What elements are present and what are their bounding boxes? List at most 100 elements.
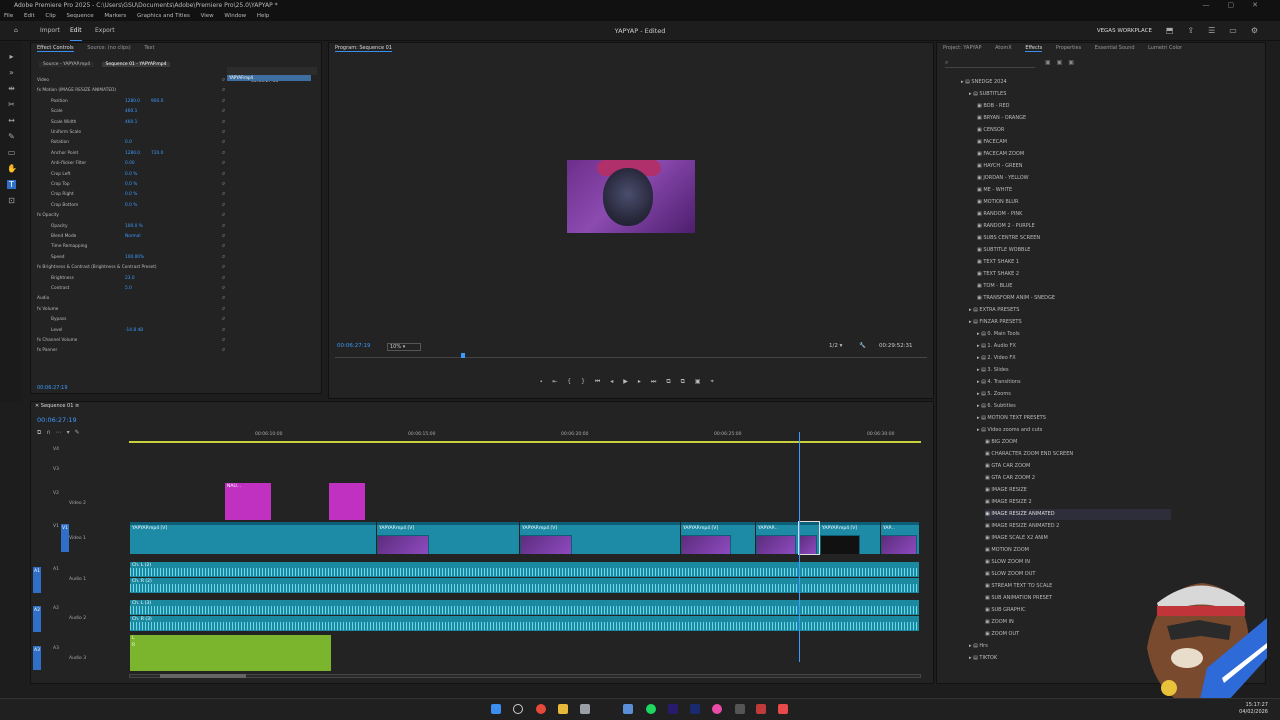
effect-property-row[interactable]: Position 1280.0 900.0 ↺ bbox=[37, 97, 225, 107]
track-header-a1[interactable]: A1 A1 Audio 1 bbox=[31, 567, 129, 593]
reset-icon[interactable]: ↺ bbox=[221, 222, 225, 232]
playback-resolution[interactable]: 1/2 ▾ bbox=[829, 343, 842, 349]
tab-lumetri[interactable]: Lumetri Color bbox=[1148, 45, 1182, 51]
track-header-v2[interactable]: V2 Video 2 bbox=[31, 491, 129, 511]
effects-tree-item[interactable]: ▸ ▤ SUBTITLES bbox=[969, 89, 1171, 100]
effects-tree-item[interactable]: ▸ ▤ 1. Audio FX bbox=[977, 341, 1171, 352]
reset-icon[interactable]: ↺ bbox=[221, 159, 225, 169]
reset-icon[interactable]: ↺ bbox=[221, 326, 225, 336]
effect-property-row[interactable]: fx Motion (IMAGE RESIZE ANIMATED) ↺ bbox=[37, 86, 225, 96]
video-clip[interactable]: YAP... bbox=[881, 522, 919, 554]
menu-window[interactable]: Window bbox=[224, 13, 246, 19]
reset-icon[interactable]: ↺ bbox=[221, 346, 225, 356]
effects-tree-item[interactable]: ▸ ▤ EXTRA PRESETS bbox=[969, 305, 1171, 316]
video-clip[interactable]: YAPYAP.mp4 [V] bbox=[130, 522, 376, 554]
effect-property-row[interactable]: Anchor Point 1280.0 720.0 ↺ bbox=[37, 149, 225, 159]
source-patch-a1[interactable]: A1 bbox=[33, 567, 41, 593]
mini-timeline-ruler[interactable]: 00:06:27:30 bbox=[227, 67, 317, 84]
tab-effects[interactable]: Effects bbox=[1025, 45, 1043, 52]
effects-tree-item[interactable]: ▣ FACECAM bbox=[977, 137, 1171, 148]
video-clip[interactable]: YAPYAP.mp4 [V] bbox=[681, 522, 755, 554]
reset-icon[interactable]: ↺ bbox=[221, 86, 225, 96]
tab-source[interactable]: Source: (no clips) bbox=[87, 45, 130, 51]
effect-property-value[interactable]: 0.0 % bbox=[125, 170, 137, 180]
reset-icon[interactable]: ↺ bbox=[221, 263, 225, 273]
effect-property-value[interactable]: 460.1 bbox=[125, 118, 137, 128]
effect-property-row[interactable]: Crop Right 0.0 % ↺ bbox=[37, 190, 225, 200]
effects-tree-item[interactable]: ▣ IMAGE RESIZE ANIMATED 2 bbox=[985, 521, 1171, 532]
audio-clip[interactable]: Ch. L (2) bbox=[130, 562, 919, 577]
effect-property-row[interactable]: fx Panner ↺ bbox=[37, 346, 225, 356]
effect-property-row[interactable]: Crop Bottom 0.0 % ↺ bbox=[37, 201, 225, 211]
effects-tree-item[interactable]: ▣ GTA CAR ZOOM 2 bbox=[985, 473, 1171, 484]
app-icon[interactable] bbox=[712, 704, 722, 714]
effects-tree-item[interactable]: ▣ TRANSFORM ANIM - SNEDGE bbox=[977, 293, 1171, 304]
effect-property-value[interactable]: Normal bbox=[125, 232, 141, 242]
source-clip-tab[interactable]: Source - YAPYAP.mp4 bbox=[39, 62, 95, 67]
effect-property-value[interactable]: 1280.0 bbox=[125, 97, 140, 107]
effect-property-row[interactable]: Video ↺ bbox=[37, 76, 225, 86]
effects-tree-item[interactable]: ▸ ▤ MOTION TEXT PRESETS bbox=[977, 413, 1171, 424]
timeline-timecode[interactable]: 00:06:27:19 bbox=[37, 416, 77, 424]
effects-tree-item[interactable]: ▣ IMAGE RESIZE ANIMATED bbox=[985, 509, 1171, 520]
effects-tree-item[interactable]: ▸ ▤ 5. Zooms bbox=[977, 389, 1171, 400]
reset-icon[interactable]: ↺ bbox=[221, 76, 225, 86]
reset-icon[interactable]: ↺ bbox=[221, 232, 225, 242]
effect-property-value[interactable]: 5.0 bbox=[125, 284, 132, 294]
effect-property-row[interactable]: Crop Left 0.0 % ↺ bbox=[37, 170, 225, 180]
effect-property-row[interactable]: Brightness 23.0 ↺ bbox=[37, 274, 225, 284]
effects-tree-item[interactable]: ▣ TEXT SHAKE 2 bbox=[977, 269, 1171, 280]
effects-tree-item[interactable]: ▸ ▤ 4. Transitions bbox=[977, 377, 1171, 388]
reset-icon[interactable]: ↺ bbox=[221, 305, 225, 315]
video-clip[interactable]: YAPYAP.mp4 [V] bbox=[377, 522, 519, 554]
effect-property-row[interactable]: Uniform Scale ↺ bbox=[37, 128, 225, 138]
topbar-icons[interactable]: ⬒⇪☰▭⚙ bbox=[1166, 21, 1272, 41]
premiere-icon[interactable] bbox=[668, 704, 678, 714]
effects-tree-item[interactable]: ▣ BIG ZOOM bbox=[985, 437, 1171, 448]
start-icon[interactable] bbox=[491, 704, 501, 714]
effects-tree-item[interactable]: ▣ ME - WHITE bbox=[977, 185, 1171, 196]
reset-icon[interactable]: ↺ bbox=[221, 170, 225, 180]
reset-icon[interactable]: ↺ bbox=[221, 180, 225, 190]
tab-project[interactable]: Project: YAPYAP bbox=[943, 45, 981, 51]
track-select-icon[interactable]: » bbox=[7, 68, 16, 77]
effects-tree-item[interactable]: ▣ JORDAN - YELLOW bbox=[977, 173, 1171, 184]
wrench-icon[interactable]: 🔧 bbox=[859, 343, 866, 349]
effect-property-row[interactable]: Rotation 0.0 ↺ bbox=[37, 138, 225, 148]
reset-icon[interactable]: ↺ bbox=[221, 149, 225, 159]
effect-property-row[interactable]: fx Volume ↺ bbox=[37, 305, 225, 315]
effect-property-value[interactable]: 0.0 bbox=[125, 138, 132, 148]
program-scrubber[interactable] bbox=[335, 353, 927, 358]
reset-icon[interactable]: ↺ bbox=[221, 242, 225, 252]
photoshop-icon[interactable] bbox=[690, 704, 700, 714]
effects-tree-item[interactable]: ▣ RANDOM 2 - PURPLE bbox=[977, 221, 1171, 232]
effects-tree-item[interactable]: ▸ ▤ Video zooms and cuts bbox=[977, 425, 1171, 436]
menu-graphics[interactable]: Graphics and Titles bbox=[137, 13, 190, 19]
menu-clip[interactable]: Clip bbox=[45, 13, 55, 19]
effect-property-row[interactable]: fx Brightness & Contrast (Brightness & C… bbox=[37, 263, 225, 273]
effect-property-value[interactable]: 1280.0 bbox=[125, 149, 140, 159]
effect-property-row[interactable]: fx Channel Volume ↺ bbox=[37, 336, 225, 346]
timeline-scrollbar[interactable] bbox=[129, 674, 921, 678]
effects-tree-item[interactable]: ▣ IMAGE RESIZE 2 bbox=[985, 497, 1171, 508]
reset-icon[interactable]: ↺ bbox=[221, 190, 225, 200]
graphic-clip[interactable] bbox=[329, 483, 365, 520]
menu-help[interactable]: Help bbox=[257, 13, 270, 19]
search-icon[interactable] bbox=[513, 704, 523, 714]
reset-icon[interactable]: ↺ bbox=[221, 253, 225, 263]
transport-controls[interactable]: ⬩⇤{}⏮◂▶▸⏭⧉⧉▣⌖ bbox=[329, 378, 935, 386]
effect-property-row[interactable]: Bypass ↺ bbox=[37, 315, 225, 325]
effects-tree-item[interactable]: ▣ GTA CAR ZOOM bbox=[985, 461, 1171, 472]
effects-tree-item[interactable]: ▣ RANDOM - PINK bbox=[977, 209, 1171, 220]
capcut-icon[interactable] bbox=[580, 704, 590, 714]
source-patch-a3[interactable]: A3 bbox=[33, 646, 41, 670]
reset-icon[interactable]: ↺ bbox=[221, 211, 225, 221]
track-header-v1[interactable]: V1 V1 Video 1 bbox=[31, 524, 129, 552]
zoom-level-select[interactable]: 10% ▾ bbox=[387, 343, 421, 351]
tab-text[interactable]: Text bbox=[144, 45, 154, 51]
menu-edit[interactable]: Edit bbox=[24, 13, 35, 19]
sequence-clip-tab[interactable]: Sequence 01 - YAPYAP.mp4 bbox=[101, 62, 171, 67]
effect-property-value[interactable]: -14.8 dB bbox=[125, 326, 143, 336]
effect-property-row[interactable]: Opacity 100.0 % ↺ bbox=[37, 222, 225, 232]
effects-filter-icons[interactable]: ▣▣▣ bbox=[1045, 59, 1080, 66]
